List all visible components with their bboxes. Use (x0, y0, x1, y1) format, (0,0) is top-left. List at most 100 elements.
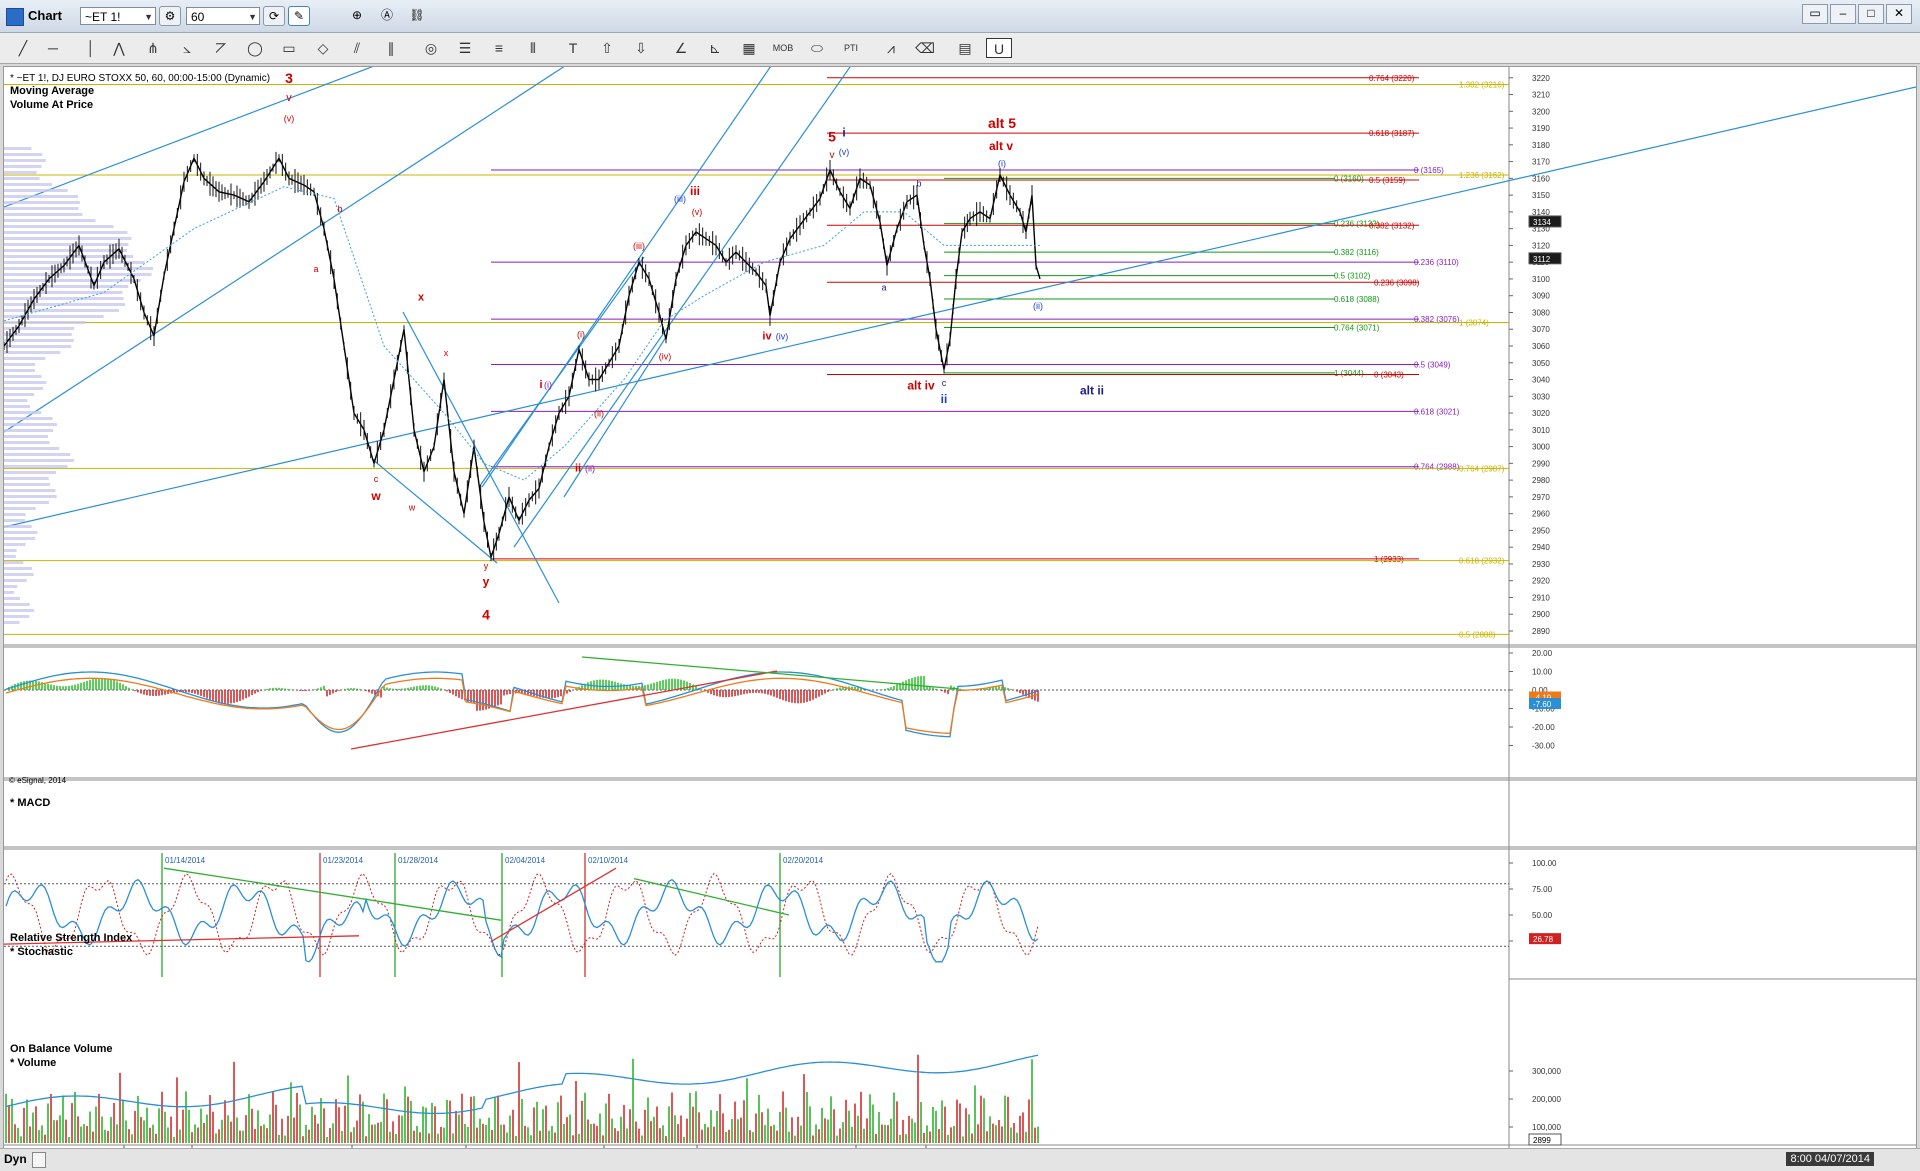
price-tick-label: 3210 (1532, 91, 1550, 100)
vap-bar (4, 201, 80, 204)
rsi-trend-line (163, 867, 502, 921)
moving-average-series (3, 186, 1040, 481)
rsi-date-label: 02/04/2014 (505, 856, 546, 865)
oval-tool-icon[interactable]: ⬭ (804, 38, 830, 58)
wave-label: (ii) (1033, 301, 1043, 311)
price-tick-label: 2890 (1532, 627, 1550, 636)
vap-bar (4, 591, 15, 594)
vap-bar (4, 621, 20, 624)
rsi-date-label: 01/28/2014 (398, 856, 439, 865)
maximize-icon[interactable]: □ (1858, 4, 1884, 24)
close-icon[interactable]: ✕ (1886, 4, 1912, 24)
arrow-up-tool-icon[interactable]: ⇧ (594, 38, 620, 58)
fib-time-icon[interactable]: ⦀ (520, 38, 546, 58)
interval-input[interactable]: 60 ▼ (186, 7, 260, 25)
drawing-toolbar: ╱ ─ │ ⋀ ⋔ ⦣ ⦢ ◯ ▭ ◇ ⫽ ∥ ◎ ☰ ≡ ⦀ T ⇧ ⇩ ∠ … (0, 33, 1920, 64)
vap-bar (4, 357, 46, 360)
grid-tool-icon[interactable]: ▦ (736, 38, 762, 58)
rectangle-tool-icon[interactable]: ▭ (276, 38, 302, 58)
vap-bar (4, 381, 47, 384)
chart-svg[interactable]: 3220321032003190318031703160315031403130… (3, 46, 1917, 1161)
fib-label: 0.382 (3116) (1334, 248, 1379, 257)
angle-tool-icon[interactable]: ∠ (668, 38, 694, 58)
arrow-down-tool-icon[interactable]: ⇩ (628, 38, 654, 58)
vap-bar (4, 393, 35, 396)
wave-label: w (408, 502, 416, 512)
trend-line (3, 86, 1917, 528)
price-tick-label: 3170 (1532, 158, 1550, 167)
chart-area[interactable]: 3220 3210 3200 3190 3180 3170 3160 3150 3140 3130… (3, 46, 1917, 1162)
link-icon[interactable]: ⛓ (406, 6, 428, 26)
text-tool-icon[interactable]: T (560, 38, 586, 58)
vap-bar (4, 471, 57, 474)
symbol-input[interactable]: ~ET 1! ▼ (80, 7, 156, 25)
draw-pen-icon[interactable]: ✎ (288, 6, 310, 26)
wave-label: alt 5 (988, 115, 1016, 131)
price-tick-label: 2950 (1532, 526, 1550, 535)
gann-tool-icon[interactable]: ⦣ (174, 38, 200, 58)
rsi-tick-label: 50.00 (1532, 911, 1553, 920)
fib-label: 0.764 (2987) (1459, 464, 1505, 473)
fib-ext-icon[interactable]: ≡ (486, 38, 512, 58)
restore-icon[interactable]: ▭ (1802, 4, 1828, 24)
pitchfork-tool-icon[interactable]: ⋔ (140, 38, 166, 58)
window-controls: ▭ – □ ✕ (1800, 4, 1912, 24)
vap-bar (4, 543, 26, 546)
dyn-toggle[interactable] (32, 1152, 46, 1168)
macd-tick-label: -30.00 (1532, 742, 1555, 751)
fan-tool-icon[interactable]: ⦢ (208, 38, 234, 58)
wave-label: x (444, 348, 449, 358)
price-tick-label: 3150 (1532, 191, 1550, 200)
fib-retrace-icon[interactable]: ☰ (452, 38, 478, 58)
parallel-tool-icon[interactable]: ∥ (378, 38, 404, 58)
wave-label: alt v (989, 139, 1013, 153)
macd-last-label: -7.60 (1533, 700, 1552, 709)
vap-bar (4, 513, 26, 516)
fib-label: 0.618 (2932) (1459, 557, 1505, 566)
channel-tool-icon[interactable]: ⫽ (344, 38, 370, 58)
stochastic-line (5, 872, 1039, 956)
wave-label: i (842, 125, 845, 139)
macd-tick-label: 10.00 (1532, 668, 1553, 677)
wave-label: a (881, 283, 886, 293)
settings-icon[interactable]: ⚙ (159, 6, 181, 26)
ellipse-tool-icon[interactable]: ◯ (242, 38, 268, 58)
hline-tool-icon[interactable]: ─ (40, 38, 66, 58)
minimize-icon[interactable]: – (1830, 4, 1856, 24)
price-tick-label: 3090 (1532, 292, 1550, 301)
elliott-tool-icon[interactable]: ⩘ (878, 38, 904, 58)
chevron-down-icon[interactable]: ▼ (144, 8, 153, 26)
mob-tool-icon[interactable]: MOB (770, 38, 796, 58)
wave-tool-icon[interactable]: ⋀ (106, 38, 132, 58)
diamond-tool-icon[interactable]: ◇ (310, 38, 336, 58)
add-icon[interactable]: ⊕ (346, 6, 368, 26)
vap-bar (4, 147, 32, 150)
vap-bar (4, 567, 32, 570)
vap-bar (4, 399, 28, 402)
chart-header-line2: Moving Average (10, 85, 94, 97)
cycle-tool-icon[interactable]: ◎ (418, 38, 444, 58)
price-tick-label: 2900 (1532, 610, 1550, 619)
price-tick-label: 3080 (1532, 308, 1550, 317)
wave-label: (iii) (674, 194, 686, 204)
wave-label: alt iv (907, 379, 935, 393)
vap-bar (4, 423, 57, 426)
regression-tool-icon[interactable]: ⊾ (702, 38, 728, 58)
comment-icon[interactable]: ▤ (952, 38, 978, 58)
chevron-down-icon[interactable]: ▼ (248, 8, 257, 26)
wave-label: y (483, 575, 490, 589)
magnet-icon[interactable]: U (986, 38, 1012, 58)
refresh-icon[interactable]: ⟳ (263, 6, 285, 26)
wave-label: v (286, 92, 292, 104)
vline-tool-icon[interactable]: │ (78, 38, 104, 58)
pti-tool-icon[interactable]: PTI (838, 38, 864, 58)
fib-label: 0.618 (3187) (1369, 129, 1415, 138)
fib-label: 0.382 (3132) (1369, 221, 1415, 230)
rsi-tick-label: 100.00 (1532, 859, 1557, 868)
fib-label: 0.5 (3102) (1334, 272, 1371, 281)
eraser-icon[interactable]: ⌫ (912, 38, 938, 58)
line-tool-icon[interactable]: ╱ (10, 38, 36, 58)
fib-label: 0 (3160) (1334, 174, 1364, 183)
alert-icon[interactable]: Ⓐ (376, 6, 398, 26)
fib-label: 0.5 (3049) (1414, 360, 1451, 369)
